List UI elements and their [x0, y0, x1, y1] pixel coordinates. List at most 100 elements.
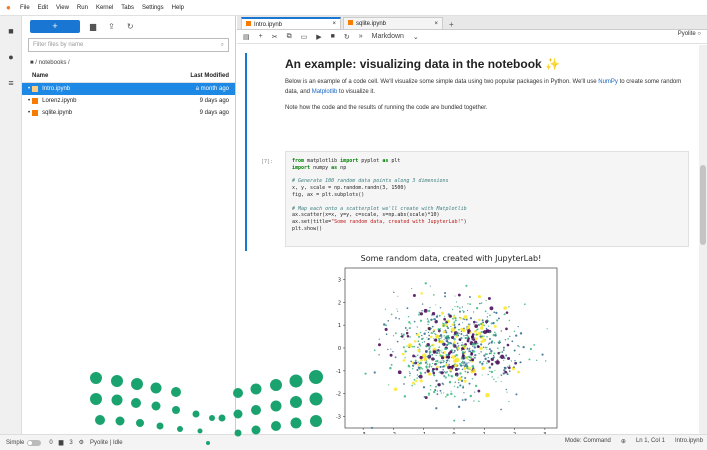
menu-file[interactable]: File [20, 5, 30, 11]
scatter-point [456, 332, 458, 334]
scatter-point [449, 368, 453, 372]
stop-icon[interactable]: ■ [331, 33, 335, 40]
y-tick-label: -2 [336, 392, 341, 398]
copy-icon[interactable]: ⧉ [287, 33, 292, 41]
chevron-down-icon[interactable]: ⌄ [413, 33, 419, 41]
menu-tabs[interactable]: Tabs [121, 5, 134, 11]
scatter-point [467, 323, 470, 325]
restart-icon[interactable]: ↻ [344, 33, 350, 41]
kernel-indicator[interactable]: Pyolite ○ [678, 31, 701, 37]
scatter-point [497, 376, 499, 378]
menu-settings[interactable]: Settings [142, 5, 164, 11]
tab-label: sqlite.ipynb [356, 21, 387, 27]
markdown-cell[interactable]: An example: visualizing data in the note… [245, 53, 690, 151]
list-icon[interactable]: ≡ [6, 78, 16, 88]
scatter-point [471, 365, 474, 368]
scatter-point [440, 356, 445, 360]
scatter-point [464, 363, 467, 365]
scatter-point [435, 407, 438, 410]
menu-kernel[interactable]: Kernel [96, 5, 113, 11]
file-row[interactable]: • sqlite.ipynb 9 days ago [22, 107, 235, 119]
menu-edit[interactable]: Edit [38, 5, 48, 11]
kernel-status[interactable]: Pyolite | Idle [90, 440, 123, 446]
menu-view[interactable]: View [56, 5, 69, 11]
scatter-point [409, 323, 412, 325]
new-launcher-button[interactable]: + [30, 19, 80, 33]
scatter-point [413, 320, 416, 323]
upload-icon[interactable]: ⇪ [108, 22, 115, 31]
scatter-point [371, 426, 374, 429]
scatter-point [506, 391, 508, 393]
scatter-point [385, 333, 388, 336]
scatter-point [429, 307, 431, 309]
code-editor[interactable]: from matplotlib import pyplot as plt imp… [285, 151, 689, 247]
scatter-point [440, 371, 444, 375]
kernel-count[interactable]: 3 [69, 440, 72, 446]
scatter-point [498, 353, 500, 355]
notebook-icon [32, 98, 39, 104]
code-cell[interactable]: [7]: from matplotlib import pyplot as pl… [245, 151, 690, 251]
scatter-point [518, 353, 521, 356]
terminal-count[interactable]: 0 [49, 440, 52, 446]
scrollbar-thumb[interactable] [700, 165, 706, 245]
scatter-point [407, 343, 413, 348]
scatter-point [465, 318, 468, 321]
scatter-point [477, 331, 481, 336]
scatter-point [432, 294, 435, 296]
file-row[interactable]: • Lorenz.ipynb 9 days ago [22, 95, 235, 107]
scatter-point [485, 353, 488, 356]
paste-icon[interactable]: ▭ [301, 33, 308, 41]
tab-sqlite[interactable]: sqlite.ipynb × [343, 17, 443, 29]
scatter-point [404, 357, 406, 359]
cell-type-select[interactable]: Markdown [372, 33, 404, 40]
add-cell-icon[interactable]: + [259, 33, 263, 40]
cut-icon[interactable]: ✂ [272, 33, 278, 41]
scatter-point [506, 366, 509, 368]
refresh-icon[interactable]: ↻ [127, 22, 134, 31]
scatter-point [431, 351, 433, 353]
save-icon[interactable]: ▤ [243, 33, 250, 41]
running-icon[interactable]: ● [6, 52, 16, 62]
scatter-point [414, 379, 418, 383]
scatter-point [529, 347, 532, 351]
scatter-point [444, 321, 447, 324]
file-row[interactable]: • Intro.ipynb a month ago [22, 83, 235, 95]
menu-help[interactable]: Help [172, 5, 184, 11]
scatter-point [502, 346, 505, 349]
add-tab-icon[interactable]: + [445, 20, 458, 29]
scatter-point [446, 393, 449, 397]
scatter-point [508, 306, 510, 308]
file-name: Lorenz.ipynb [42, 98, 77, 104]
numpy-link[interactable]: NumPy [598, 79, 618, 85]
scatter-point [428, 357, 431, 360]
scatter-point [450, 375, 452, 377]
scatter-point [429, 389, 432, 391]
scrollbar[interactable] [699, 45, 707, 434]
close-icon[interactable]: × [434, 21, 438, 27]
y-tick-label: -3 [336, 415, 341, 421]
terminal-icon: ▆ [58, 440, 64, 446]
scatter-point [425, 365, 428, 368]
run-icon[interactable]: ▶ [316, 33, 321, 41]
fast-forward-icon[interactable]: » [359, 33, 363, 40]
simple-mode-toggle[interactable] [27, 439, 42, 446]
scatter-point [402, 359, 406, 362]
close-icon[interactable]: × [332, 21, 336, 27]
filter-files-input[interactable]: Filter files by name ⌕ [28, 38, 229, 52]
column-last-modified[interactable]: Last Modified [190, 73, 229, 79]
menu-run[interactable]: Run [77, 5, 88, 11]
cursor-position[interactable]: Ln 1, Col 1 [636, 438, 665, 445]
breadcrumb-path[interactable]: / notebooks / [35, 60, 69, 66]
scatter-point [486, 319, 489, 322]
tab-intro[interactable]: Intro.ipynb × [241, 17, 341, 29]
folder-icon[interactable]: ■ [30, 60, 34, 66]
folder-icon[interactable]: ■ [6, 26, 16, 36]
scatter-point [450, 390, 452, 392]
new-folder-icon[interactable]: ▆ [90, 22, 96, 31]
search-icon: ⌕ [220, 41, 224, 48]
column-name[interactable]: Name [32, 73, 48, 79]
matplotlib-link[interactable]: Matplotlib [312, 89, 338, 95]
scatter-point [474, 330, 477, 333]
scatter-point [436, 359, 439, 363]
scatter-point [500, 408, 503, 411]
